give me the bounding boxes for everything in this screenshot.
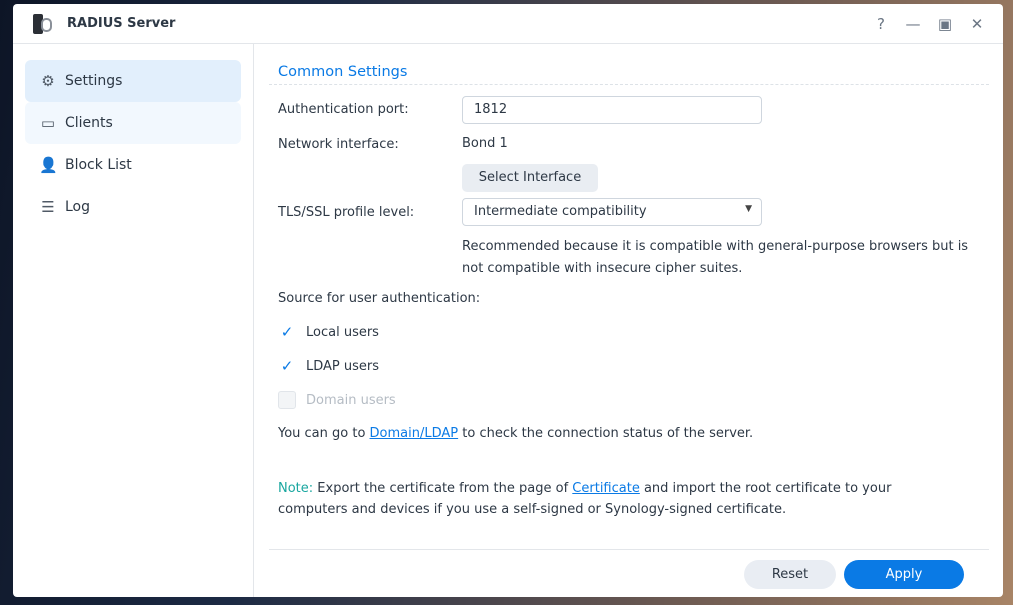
sidebar-item-block-list[interactable]: 👤 Block List xyxy=(25,144,241,186)
sidebar-item-label: Clients xyxy=(65,115,113,131)
gear-icon: ⚙ xyxy=(41,72,55,90)
hint-text: to check the connection status of the se… xyxy=(458,426,754,441)
maximize-icon[interactable]: ▣ xyxy=(929,15,961,33)
certificate-note: Note: Export the certificate from the pa… xyxy=(278,478,938,520)
title-bar: RADIUS Server ? — ▣ ✕ xyxy=(13,4,1003,44)
sidebar-item-settings[interactable]: ⚙ Settings xyxy=(25,60,241,102)
reset-button[interactable]: Reset xyxy=(744,560,836,589)
checkmark-icon: ✓ xyxy=(280,357,294,375)
close-icon[interactable]: ✕ xyxy=(961,15,993,33)
domain-ldap-link[interactable]: Domain/LDAP xyxy=(370,426,459,441)
checkbox-label: Domain users xyxy=(306,392,396,408)
auth-source-label: Source for user authentication: xyxy=(278,291,481,306)
log-icon: ☰ xyxy=(41,198,55,216)
apply-button[interactable]: Apply xyxy=(844,560,964,589)
certificate-link[interactable]: Certificate xyxy=(572,481,640,496)
checkbox-box xyxy=(278,391,296,409)
tls-profile-select[interactable]: Intermediate compatibility ▼ xyxy=(462,198,762,226)
auth-port-input[interactable]: 1812 xyxy=(462,96,762,124)
hint-text: You can go to xyxy=(278,426,370,441)
minimize-icon[interactable]: — xyxy=(897,15,929,33)
sidebar-item-clients[interactable]: ▭ Clients xyxy=(25,102,241,144)
tls-description: Recommended because it is compatible wit… xyxy=(462,239,969,276)
sidebar: ⚙ Settings ▭ Clients 👤 Block List ☰ Log xyxy=(13,44,254,597)
radius-server-window: RADIUS Server ? — ▣ ✕ ⚙ Settings ▭ Clients… xyxy=(13,4,1003,597)
sidebar-item-label: Block List xyxy=(65,157,132,173)
domain-ldap-hint: You can go to Domain/LDAP to check the c… xyxy=(278,426,753,441)
tls-label: TLS/SSL profile level: xyxy=(278,205,415,220)
tls-selected-value: Intermediate compatibility xyxy=(474,204,647,219)
section-title: Common Settings xyxy=(269,64,989,85)
footer: Reset Apply xyxy=(269,549,989,597)
settings-panel: Common Settings Authentication port: 181… xyxy=(269,44,989,597)
ldap-users-checkbox[interactable]: ✓ LDAP users xyxy=(278,357,379,375)
sidebar-item-label: Log xyxy=(65,199,91,215)
clients-icon: ▭ xyxy=(40,114,56,132)
note-text: Export the certificate from the page of xyxy=(313,481,573,496)
sidebar-item-label: Settings xyxy=(65,73,123,89)
block-user-icon: 👤 xyxy=(39,156,58,174)
local-users-checkbox[interactable]: ✓ Local users xyxy=(278,323,379,341)
note-label: Note: xyxy=(278,481,314,496)
chevron-down-icon: ▼ xyxy=(745,204,752,214)
checkmark-icon: ✓ xyxy=(280,323,294,341)
sidebar-item-log[interactable]: ☰ Log xyxy=(25,186,241,228)
radius-server-app-icon xyxy=(31,12,55,36)
domain-users-checkbox: Domain users xyxy=(278,391,396,409)
select-interface-button[interactable]: Select Interface xyxy=(462,164,598,192)
network-interface-value: Bond 1 xyxy=(462,136,508,151)
checkbox-label: Local users xyxy=(306,324,379,340)
window-title: RADIUS Server xyxy=(67,16,176,31)
network-interface-label: Network interface: xyxy=(278,137,399,152)
auth-port-label: Authentication port: xyxy=(278,102,409,117)
help-icon[interactable]: ? xyxy=(865,15,897,33)
checkbox-label: LDAP users xyxy=(306,358,380,374)
